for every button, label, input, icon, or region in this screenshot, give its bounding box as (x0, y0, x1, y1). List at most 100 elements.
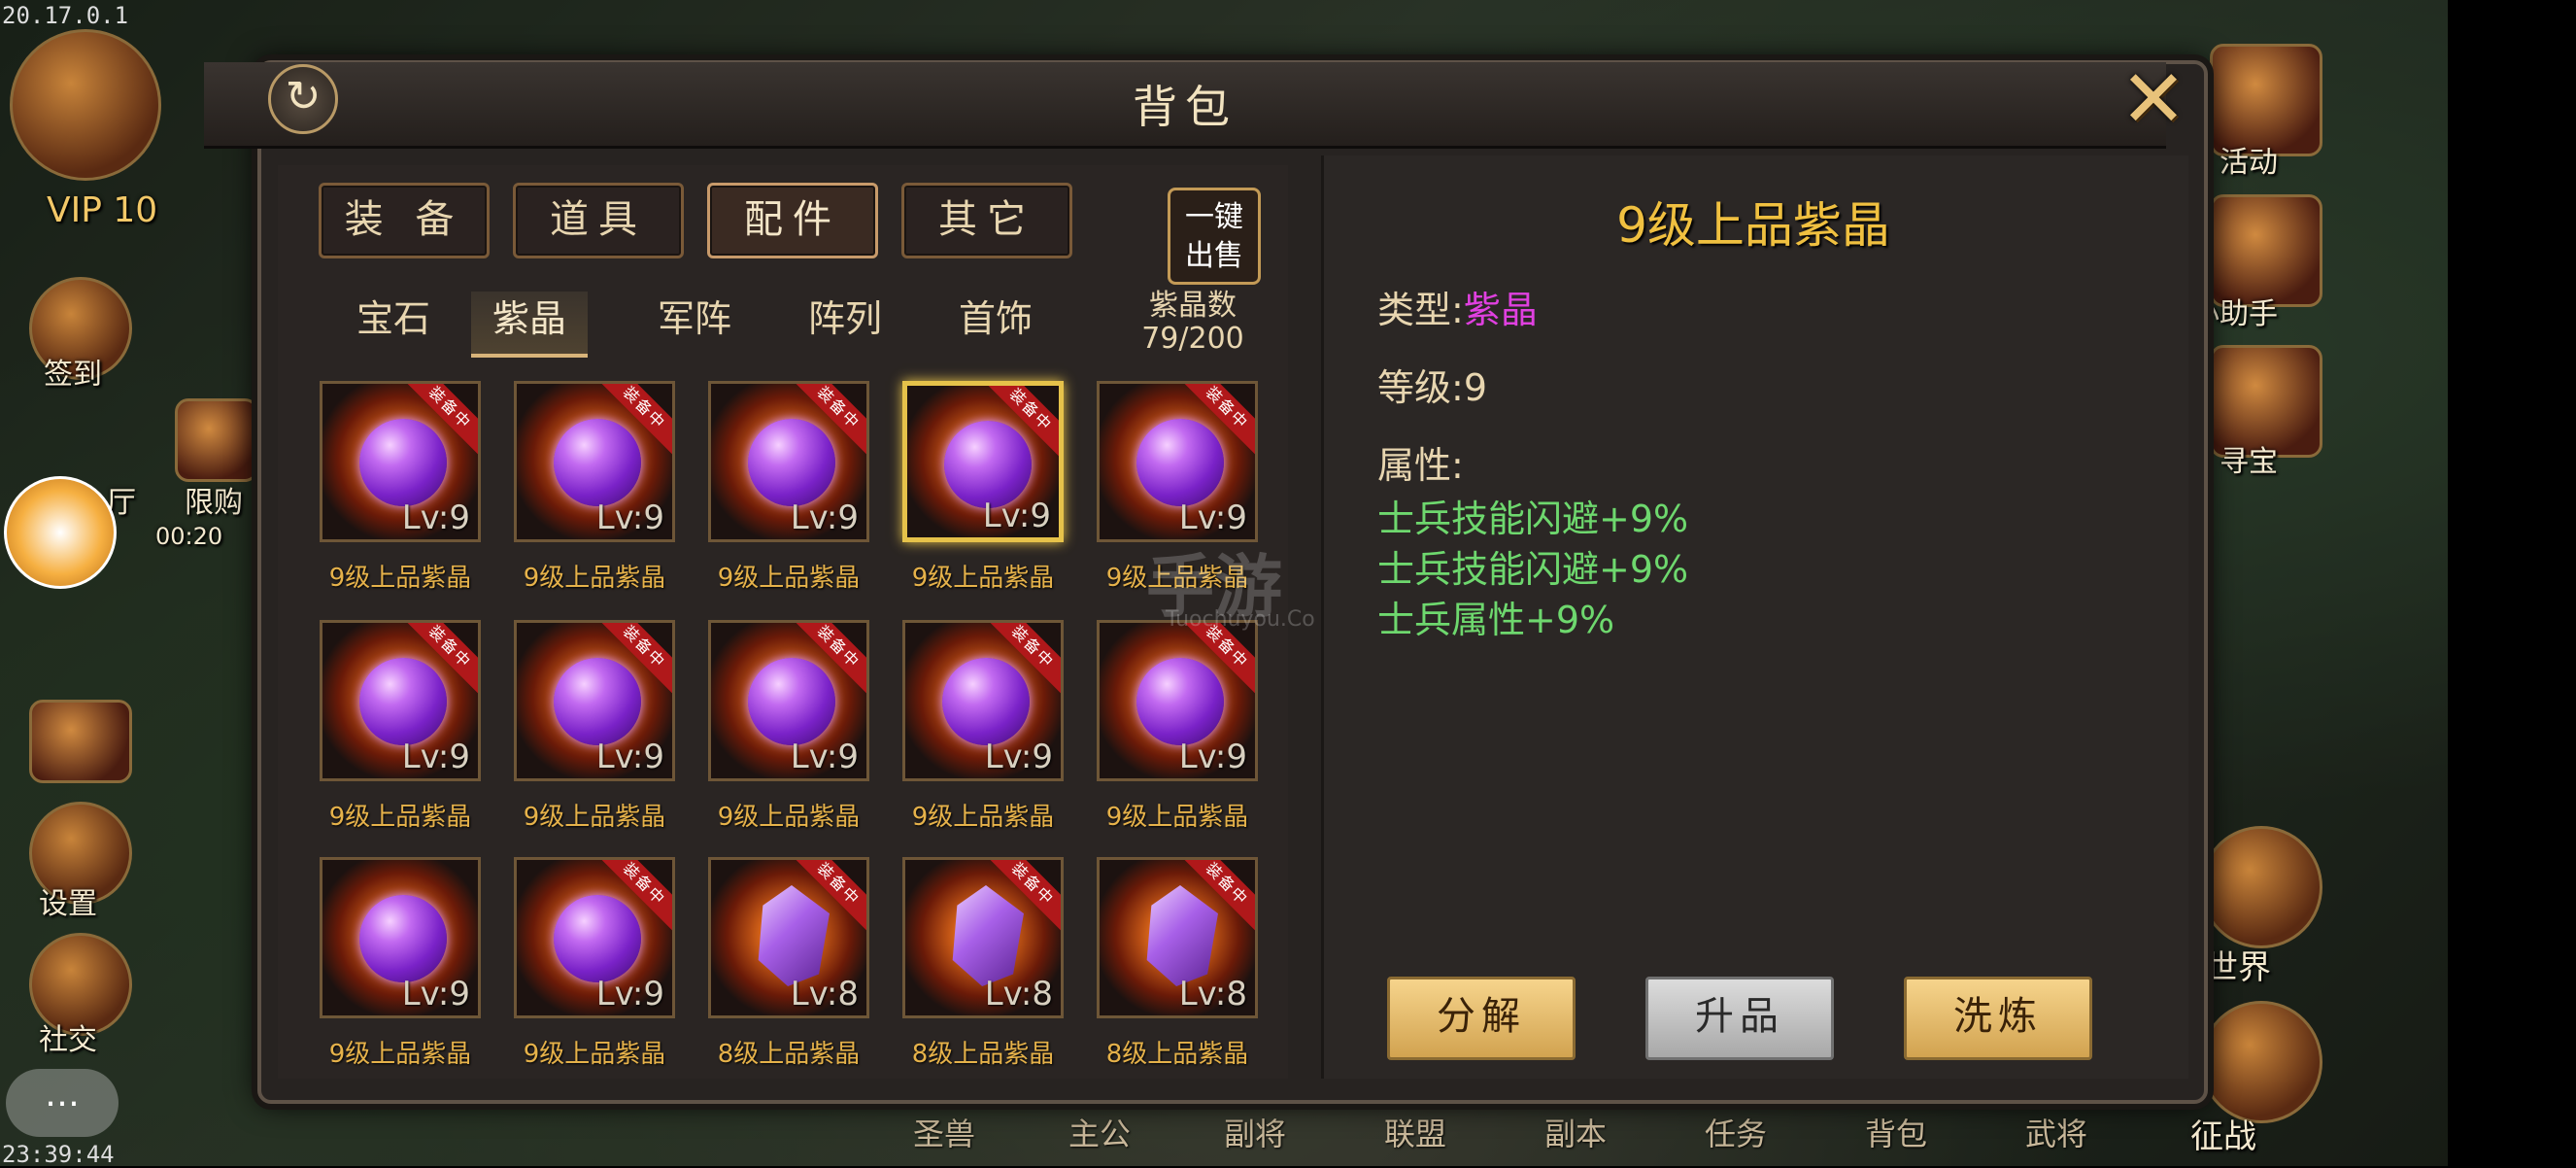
nav-generals[interactable]: 武将 (2025, 1110, 2087, 1154)
sell-line1: 一键 (1185, 200, 1243, 234)
item-name: 9级上品紫晶 (523, 1040, 666, 1069)
nav-backpack[interactable]: 背包 (1865, 1110, 1927, 1154)
item-level: Lv:9 (401, 498, 470, 537)
item-level: Lv:9 (982, 497, 1051, 535)
item-name: 9级上品紫晶 (328, 1040, 472, 1069)
world-icon[interactable] (2200, 826, 2322, 948)
nav-lord[interactable]: 主公 (1068, 1110, 1131, 1154)
treasure-label[interactable]: 寻宝 (2220, 437, 2278, 480)
world-label[interactable]: 世界 (2205, 941, 2271, 988)
avatar[interactable] (10, 29, 161, 181)
refine-button[interactable]: 洗炼 (1904, 977, 2092, 1060)
item-name: 8级上品紫晶 (1105, 1040, 1249, 1069)
item-level: Lv:8 (790, 975, 859, 1013)
item-name: 9级上品紫晶 (523, 803, 666, 832)
item-level: Lv:9 (595, 738, 664, 776)
expedition-icon[interactable] (2200, 1001, 2322, 1123)
one-click-sell-button[interactable]: 一键 出售 (1168, 188, 1261, 285)
amethyst-orb-icon (359, 658, 447, 745)
attribute-line: 士兵属性+9% (1377, 599, 1615, 641)
subtab-array[interactable]: 阵列 (787, 292, 903, 354)
item-level: Lv:9 (401, 738, 470, 776)
amethyst-orb-icon (554, 658, 641, 745)
item-slot[interactable]: 装备中 Lv:8 (1097, 857, 1258, 1018)
close-icon[interactable]: ✕ (2118, 60, 2189, 140)
attribute-line: 士兵技能闪避+9% (1377, 548, 1689, 591)
version-text: 20.17.0.1 (2, 2, 129, 29)
item-name: 8级上品紫晶 (911, 1040, 1055, 1069)
subtab-formation[interactable]: 军阵 (636, 292, 753, 354)
watermark-url: Tuochuyou.Co (1166, 607, 1315, 632)
item-name: 8级上品紫晶 (717, 1040, 861, 1069)
chat-bubble[interactable]: … (6, 1069, 119, 1137)
amethyst-orb-icon (359, 419, 447, 506)
amethyst-count: 紫晶数 79/200 (1135, 290, 1251, 356)
amethyst-orb-icon (1136, 419, 1224, 506)
item-level: Lv:9 (984, 738, 1053, 776)
tab-props[interactable]: 道具 (513, 183, 684, 258)
nav-alliance[interactable]: 联盟 (1384, 1110, 1446, 1154)
amethyst-orb-icon (554, 895, 641, 982)
panel-title: 背包 (1133, 81, 1237, 133)
activity-label[interactable]: 活动 (2220, 138, 2278, 181)
upgrade-button[interactable]: 升品 (1645, 977, 1834, 1060)
item-level: Lv:9 (595, 975, 664, 1013)
detail-title: 9级上品紫晶 (1616, 197, 1890, 254)
social-label[interactable]: 社交 (39, 1015, 97, 1058)
count-value-text: 79/200 (1141, 322, 1244, 356)
item-slot[interactable]: 装备中 Lv:9 (902, 381, 1064, 542)
item-slot[interactable]: 装备中 Lv:9 (514, 857, 675, 1018)
title-bar: 背包 (204, 62, 2166, 149)
sell-line2: 出售 (1185, 239, 1243, 273)
item-slot[interactable]: 装备中 Lv:9 (708, 620, 869, 781)
decompose-button[interactable]: 分解 (1387, 977, 1576, 1060)
subtab-jewelry[interactable]: 首饰 (937, 292, 1054, 354)
item-name: 9级上品紫晶 (911, 564, 1055, 593)
nav-dungeon[interactable]: 副本 (1544, 1110, 1607, 1154)
item-slot[interactable]: 装备中 Lv:9 (514, 620, 675, 781)
item-level: Lv:9 (401, 975, 470, 1013)
tab-accessories[interactable]: 配件 (707, 183, 878, 258)
gift-icon[interactable] (175, 398, 258, 482)
attribute-line: 士兵技能闪避+9% (1377, 498, 1689, 540)
item-name: 9级上品紫晶 (328, 803, 472, 832)
item-name: 9级上品紫晶 (523, 564, 666, 593)
vip-badge[interactable]: VIP 10 (47, 190, 157, 230)
item-name: 9级上品紫晶 (1105, 803, 1249, 832)
item-slot[interactable]: 装备中 Lv:8 (708, 857, 869, 1018)
tab-other[interactable]: 其它 (901, 183, 1072, 258)
nav-deputy[interactable]: 副将 (1224, 1110, 1286, 1154)
item-level: Lv:9 (790, 738, 859, 776)
settings-label[interactable]: 设置 (39, 879, 97, 922)
nav-holy-beast[interactable]: 圣兽 (913, 1110, 975, 1154)
nav-quest[interactable]: 任务 (1705, 1110, 1767, 1154)
item-slot[interactable]: 装备中 Lv:9 (514, 381, 675, 542)
amethyst-orb-icon (359, 895, 447, 982)
item-name: 9级上品紫晶 (911, 803, 1055, 832)
item-slot[interactable]: 装备中 Lv:9 (708, 381, 869, 542)
item-level: Lv:9 (790, 498, 859, 537)
type-label: 类型: (1377, 289, 1464, 331)
item-slot[interactable]: 装备中 Lv:8 (902, 857, 1064, 1018)
item-slot[interactable]: 装备中 Lv:9 (1097, 620, 1258, 781)
amethyst-orb-icon (748, 658, 835, 745)
item-slot[interactable]: Lv:9 (320, 857, 481, 1018)
item-name: 9级上品紫晶 (717, 803, 861, 832)
limited-timer: 00:20 (155, 523, 223, 550)
tab-equipment[interactable]: 装 备 (319, 183, 490, 258)
item-slot[interactable]: 装备中 Lv:9 (1097, 381, 1258, 542)
limited-buy-label[interactable]: 限购 (185, 478, 243, 521)
amethyst-orb-icon (748, 419, 835, 506)
item-level: Lv:9 (1178, 498, 1247, 537)
subtab-gem[interactable]: 宝石 (335, 292, 452, 354)
item-name: 9级上品紫晶 (717, 564, 861, 593)
sign-in-label[interactable]: 签到 (44, 350, 102, 393)
item-slot[interactable]: 装备中 Lv:9 (320, 620, 481, 781)
mail-icon[interactable] (29, 700, 132, 783)
refresh-icon[interactable]: ↻ (268, 64, 338, 134)
item-slot[interactable]: 装备中 Lv:9 (320, 381, 481, 542)
subtab-amethyst[interactable]: 紫晶 (471, 292, 588, 358)
mascot-cat-icon[interactable] (4, 476, 117, 589)
amethyst-orb-icon (1136, 658, 1224, 745)
item-slot[interactable]: 装备中 Lv:9 (902, 620, 1064, 781)
